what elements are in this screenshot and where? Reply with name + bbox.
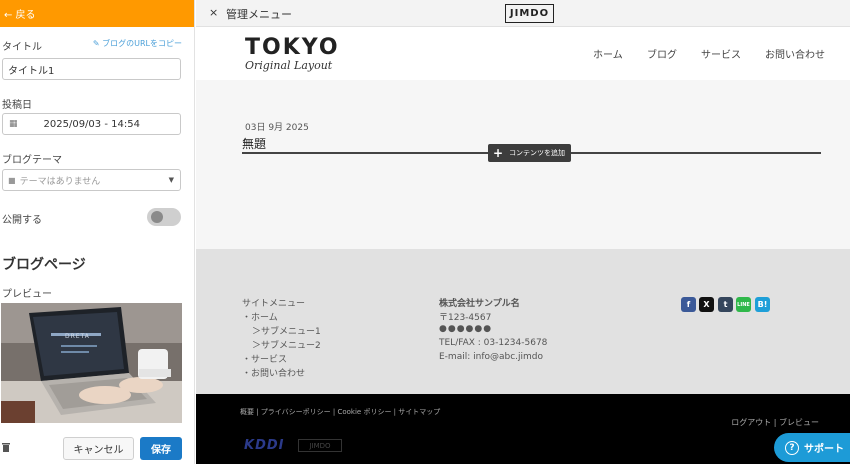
- blog-page-heading: ブログページ: [2, 257, 86, 273]
- publish-toggle[interactable]: [147, 208, 181, 226]
- publish-label: 公開する: [2, 215, 42, 226]
- admin-topbar: × 管理メニュー JIMDO: [196, 0, 850, 27]
- company-email: E-mail: info@abc.jimdo: [439, 352, 544, 362]
- add-content-button[interactable]: + コンテンツを追加: [488, 144, 571, 162]
- post-title[interactable]: 無題: [242, 135, 266, 152]
- hatena-icon[interactable]: B!: [755, 297, 770, 312]
- blog-theme-select[interactable]: ■ テーマはありません ▼: [2, 169, 181, 191]
- title-input-value: タイトル1: [8, 65, 55, 77]
- logout-preview-links[interactable]: ログアウト | ブレビュー: [731, 417, 819, 428]
- blog-theme-label: ブログテーマ: [2, 155, 62, 166]
- nav-item-service[interactable]: サービス: [701, 46, 741, 61]
- jimdo-logo: JIMDO: [505, 4, 554, 23]
- trash-icon[interactable]: [2, 442, 10, 455]
- line-icon[interactable]: LINE: [736, 297, 751, 312]
- preview-logo-text: DRETA: [65, 333, 90, 340]
- post-content-area: 03日 9月 2025 無題 + コンテンツを追加: [196, 80, 850, 249]
- site-header: TOKYO Original Layout ホーム ブログ サービス お問い合わ…: [196, 27, 850, 80]
- preview-label: プレビュー: [2, 289, 52, 300]
- toggle-knob: [151, 211, 163, 223]
- support-button[interactable]: ? サポート: [774, 433, 850, 462]
- company-postal: 〒123-4567: [439, 313, 492, 323]
- help-icon: ?: [785, 440, 799, 455]
- kddi-logo: KDDI: [244, 438, 285, 453]
- footer-menu-sub1[interactable]: ＞サブメニュー1: [252, 324, 321, 337]
- chevron-down-icon: ▼: [168, 176, 174, 184]
- company-name: 株式会社サンプル名: [439, 299, 520, 309]
- footer-menu-contact[interactable]: ・お問い合わせ: [242, 366, 305, 379]
- jimdo-footer-logo: JIMDO: [298, 439, 342, 452]
- save-button[interactable]: 保存: [140, 437, 182, 460]
- bottom-links[interactable]: 概要 | プライバシーポリシー | Cookie ポリシー | サイトマップ: [240, 407, 440, 417]
- calendar-icon: ▦: [9, 119, 18, 129]
- title-input[interactable]: タイトル1: [2, 58, 181, 80]
- company-address: ●●●●●●: [439, 324, 493, 334]
- footer-menu-home[interactable]: ・ホーム: [242, 310, 278, 323]
- blog-settings-sidebar: ← 戻る タイトル ✎ ブログのURLをコピー タイトル1 投稿日 ▦ 2025…: [0, 0, 195, 464]
- cancel-button[interactable]: キャンセル: [63, 437, 134, 460]
- support-label: サポート: [804, 444, 844, 455]
- facebook-icon[interactable]: f: [681, 297, 696, 312]
- site-preview: TOKYO Original Layout ホーム ブログ サービス お問い合わ…: [196, 27, 850, 464]
- site-logo-main[interactable]: TOKYO: [245, 35, 340, 60]
- nav-item-home[interactable]: ホーム: [593, 46, 623, 61]
- nav-item-contact[interactable]: お問い合わせ: [765, 46, 825, 61]
- close-icon[interactable]: ×: [209, 6, 218, 19]
- tumblr-icon[interactable]: t: [718, 297, 733, 312]
- footer-menu-service[interactable]: ・サービス: [242, 352, 287, 365]
- preview-image: DRETA: [1, 303, 182, 423]
- post-date-field[interactable]: ▦ 2025/09/03 - 14:54: [2, 113, 181, 135]
- blog-theme-placeholder: テーマはありません: [19, 176, 101, 187]
- add-content-label: コンテンツを追加: [509, 149, 566, 157]
- admin-menu-title[interactable]: 管理メニュー: [226, 6, 292, 22]
- laptop-photo: [1, 303, 182, 423]
- back-label: ← 戻る: [4, 10, 36, 21]
- plus-icon: +: [493, 146, 504, 160]
- title-label: タイトル: [2, 42, 42, 53]
- site-footer: サイトメニュー ・ホーム ＞サブメニュー1 ＞サブメニュー2 ・サービス ・お問…: [196, 249, 850, 394]
- site-bottom-bar: 概要 | プライバシーポリシー | Cookie ポリシー | サイトマップ ロ…: [196, 394, 850, 464]
- nav-item-blog[interactable]: ブログ: [647, 46, 677, 61]
- x-icon[interactable]: X: [699, 297, 714, 312]
- post-date-value: 2025/09/03 - 14:54: [43, 118, 140, 130]
- back-button[interactable]: ← 戻る: [0, 0, 194, 27]
- site-logo-sub[interactable]: Original Layout: [245, 59, 332, 72]
- copy-blog-url-link[interactable]: ✎ ブログのURLをコピー: [93, 38, 182, 49]
- company-tel-fax: TEL/FAX : 03-1234-5678: [439, 338, 548, 348]
- folder-icon: ■: [8, 175, 16, 185]
- footer-menu-sub2[interactable]: ＞サブメニュー2: [252, 338, 321, 351]
- footer-menu-title: サイトメニュー: [242, 299, 306, 309]
- post-date-label: 投稿日: [2, 100, 32, 111]
- post-date: 03日 9月 2025: [245, 123, 309, 133]
